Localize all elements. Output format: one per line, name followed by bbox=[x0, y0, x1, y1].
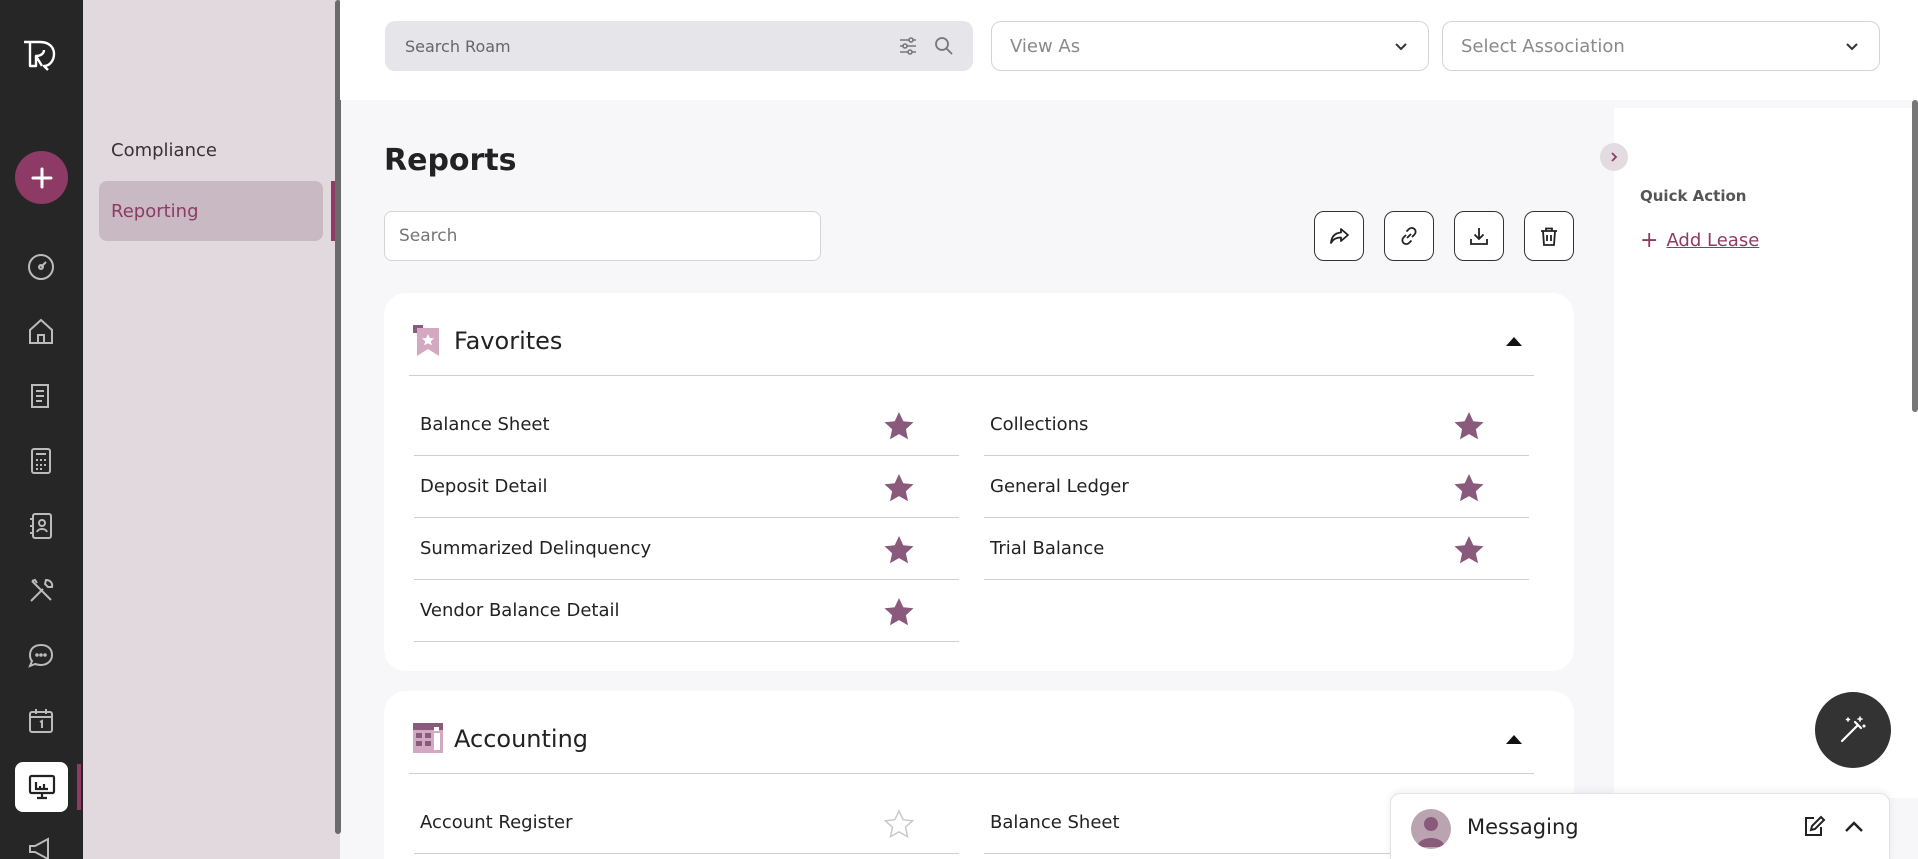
copy-link-button[interactable] bbox=[1384, 211, 1434, 261]
accounting-title: Accounting bbox=[454, 725, 589, 753]
report-row[interactable]: General Ledger bbox=[984, 456, 1529, 518]
star-filled-icon[interactable] bbox=[883, 597, 915, 632]
add-lease-link[interactable]: + Add Lease bbox=[1640, 228, 1759, 253]
main-nav-rail bbox=[0, 0, 83, 859]
report-row[interactable]: Collections bbox=[984, 394, 1529, 456]
top-bar: Search Roam View As Select Association bbox=[340, 0, 1918, 100]
report-row[interactable]: Balance Sheet bbox=[414, 394, 959, 456]
association-select[interactable]: Select Association bbox=[1442, 21, 1880, 71]
star-filled-icon[interactable] bbox=[1453, 411, 1485, 446]
avatar bbox=[1411, 809, 1451, 849]
subnav-scrollbar[interactable] bbox=[335, 0, 341, 834]
report-name: Balance Sheet bbox=[420, 414, 550, 435]
home-icon[interactable] bbox=[22, 312, 60, 350]
compose-icon[interactable] bbox=[1801, 814, 1827, 844]
report-name: Collections bbox=[990, 414, 1089, 435]
chevron-down-icon bbox=[1843, 37, 1861, 60]
report-name: Vendor Balance Detail bbox=[420, 600, 620, 621]
collapse-panel-button[interactable] bbox=[1600, 143, 1628, 171]
subnav-item-reporting[interactable]: Reporting bbox=[99, 181, 323, 241]
report-name: Deposit Detail bbox=[420, 476, 548, 497]
calculator-icon[interactable] bbox=[22, 442, 60, 480]
calendar-icon[interactable] bbox=[22, 702, 60, 740]
tools-icon[interactable] bbox=[22, 572, 60, 610]
report-name: General Ledger bbox=[990, 476, 1129, 497]
star-filled-icon[interactable] bbox=[883, 411, 915, 446]
global-search-input[interactable]: Search Roam bbox=[385, 21, 973, 71]
report-name: Trial Balance bbox=[990, 538, 1105, 559]
report-row[interactable]: Deposit Detail bbox=[414, 456, 959, 518]
logo-icon[interactable] bbox=[20, 36, 62, 74]
chat-icon[interactable] bbox=[22, 637, 60, 675]
favorites-title: Favorites bbox=[454, 327, 563, 355]
delete-button[interactable] bbox=[1524, 211, 1574, 261]
add-new-button[interactable] bbox=[15, 151, 68, 204]
star-outline-icon[interactable] bbox=[883, 809, 915, 844]
favorites-section: Favorites Balance Sheet Deposit Detail S… bbox=[384, 293, 1574, 671]
global-search-placeholder: Search Roam bbox=[405, 36, 511, 56]
download-button[interactable] bbox=[1454, 211, 1504, 261]
report-name: Summarized Delinquency bbox=[420, 538, 652, 559]
add-lease-label: Add Lease bbox=[1666, 230, 1760, 251]
collapse-caret-icon[interactable] bbox=[1506, 735, 1522, 744]
quick-action-title: Quick Action bbox=[1640, 187, 1747, 205]
report-row[interactable]: Trial Balance bbox=[984, 518, 1529, 580]
accounting-header[interactable]: Accounting bbox=[409, 691, 1534, 774]
megaphone-icon[interactable] bbox=[22, 830, 60, 859]
messaging-label: Messaging bbox=[1467, 815, 1579, 839]
view-as-select[interactable]: View As bbox=[991, 21, 1429, 71]
report-search-input[interactable] bbox=[384, 211, 821, 261]
quick-action-panel bbox=[1614, 108, 1918, 798]
spreadsheet-icon bbox=[413, 723, 443, 757]
reports-nav-icon[interactable] bbox=[15, 762, 68, 812]
share-button[interactable] bbox=[1314, 211, 1364, 261]
filter-sliders-icon[interactable] bbox=[897, 35, 919, 61]
view-as-value: View As bbox=[1010, 35, 1081, 57]
report-name: Account Register bbox=[420, 812, 573, 833]
report-row[interactable]: Account Register bbox=[414, 792, 959, 854]
star-filled-icon[interactable] bbox=[1453, 535, 1485, 570]
plus-icon: + bbox=[1640, 228, 1659, 253]
subnav-item-compliance[interactable]: Compliance bbox=[99, 120, 323, 180]
active-nav-indicator bbox=[77, 764, 81, 810]
subnav-item-label: Reporting bbox=[111, 200, 199, 222]
report-row[interactable]: Summarized Delinquency bbox=[414, 518, 959, 580]
reports-subnav: Compliance Reporting bbox=[83, 0, 341, 859]
report-name: Balance Sheet bbox=[990, 812, 1120, 833]
search-icon[interactable] bbox=[933, 35, 955, 61]
chevron-down-icon bbox=[1392, 37, 1410, 60]
magic-wand-button[interactable] bbox=[1815, 692, 1891, 768]
chevron-up-icon[interactable] bbox=[1841, 814, 1867, 844]
ledger-icon[interactable] bbox=[22, 377, 60, 415]
favorites-header[interactable]: Favorites bbox=[409, 293, 1534, 376]
association-value: Select Association bbox=[1461, 35, 1625, 57]
contacts-icon[interactable] bbox=[22, 507, 60, 545]
dashboard-icon[interactable] bbox=[22, 248, 60, 286]
collapse-caret-icon[interactable] bbox=[1506, 337, 1522, 346]
report-row[interactable]: Vendor Balance Detail bbox=[414, 580, 959, 642]
subnav-item-label: Compliance bbox=[111, 139, 217, 161]
page-title: Reports bbox=[384, 143, 517, 178]
star-filled-icon[interactable] bbox=[1453, 473, 1485, 508]
star-filled-icon[interactable] bbox=[883, 535, 915, 570]
messaging-widget[interactable]: Messaging bbox=[1390, 793, 1890, 859]
star-filled-icon[interactable] bbox=[883, 473, 915, 508]
bookmark-star-icon bbox=[413, 325, 441, 361]
page-scrollbar[interactable] bbox=[1912, 100, 1918, 412]
